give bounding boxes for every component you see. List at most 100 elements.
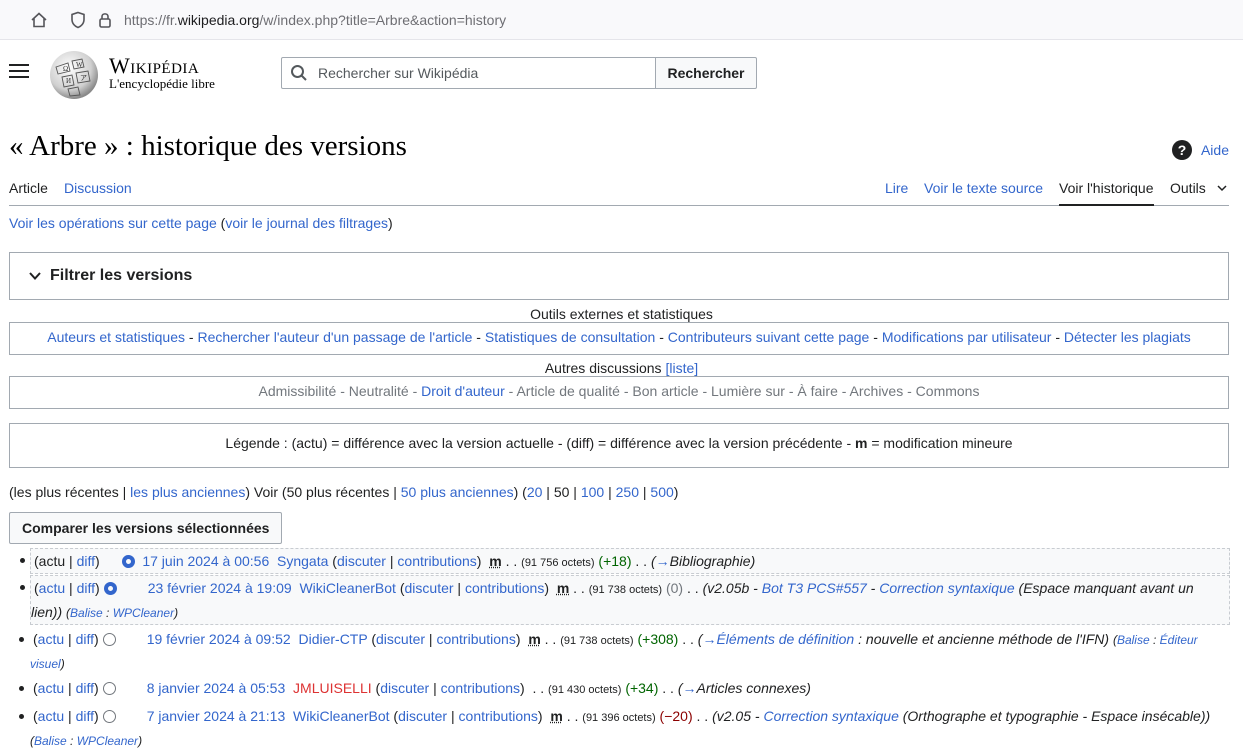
radio-old[interactable]	[102, 682, 116, 695]
diff-link[interactable]: diff	[76, 708, 94, 724]
tag-link[interactable]: WPCleaner	[77, 734, 138, 748]
discussion-link[interactable]: Droit d'auteur	[421, 383, 505, 399]
external-tool-link[interactable]: Rechercher l'auteur d'un passage de l'ar…	[197, 329, 472, 345]
radio-old[interactable]	[102, 710, 116, 723]
tab-discussion[interactable]: Discussion	[64, 180, 132, 204]
other-discussions-legend: Autres discussions [liste]	[0, 360, 1243, 376]
revision-date-link[interactable]: 17 juin 2024 à 00:56	[142, 553, 269, 569]
talk-link[interactable]: discuter	[380, 680, 429, 696]
contribs-link[interactable]: contributions	[459, 708, 538, 724]
actu-link[interactable]: actu	[38, 708, 64, 724]
user-link[interactable]: JMLUISELLI	[293, 680, 372, 696]
tags-link[interactable]: Balise	[70, 606, 103, 620]
compare-versions-button[interactable]: Comparer les versions sélectionnées	[9, 512, 283, 544]
search-input[interactable]	[281, 57, 656, 89]
syntax-link[interactable]: Correction syntaxique	[879, 580, 1014, 596]
external-tool-link[interactable]: Modifications par utilisateur	[882, 329, 1052, 345]
revision-date-link[interactable]: 7 janvier 2024 à 21:13	[147, 708, 286, 724]
diff-link[interactable]: diff	[77, 580, 95, 596]
limit-link[interactable]: 500	[650, 484, 673, 500]
list-link[interactable]: [liste]	[665, 360, 698, 376]
section-link[interactable]: →Éléments de définition	[702, 631, 854, 647]
tab-history[interactable]: Voir l'historique	[1059, 180, 1154, 206]
help-label[interactable]: Aide	[1201, 142, 1229, 158]
tab-read[interactable]: Lire	[885, 180, 908, 204]
radio-new[interactable]	[103, 582, 117, 595]
contribs-link[interactable]: contributions	[436, 631, 515, 647]
diff-link[interactable]: diff	[76, 680, 94, 696]
limit-link[interactable]: 20	[527, 484, 543, 500]
discussion-link: Lumière sur	[711, 383, 785, 399]
limit-link: 50	[553, 484, 570, 500]
svg-text:Ω: Ω	[63, 65, 68, 73]
actu-link[interactable]: actu	[38, 680, 64, 696]
external-tools-links: Auteurs et statistiques - Rechercher l'a…	[47, 329, 1191, 345]
external-tool-link[interactable]: Détecter les plagiats	[1064, 329, 1191, 345]
discussion-link: Article de qualité	[516, 383, 620, 399]
revision-date-link[interactable]: 8 janvier 2024 à 05:53	[147, 680, 286, 696]
older50-link[interactable]: 50 plus anciennes	[401, 484, 514, 500]
revision-date-link[interactable]: 19 février 2024 à 09:52	[147, 631, 291, 647]
user-link[interactable]: WikiCleanerBot	[299, 580, 395, 596]
minor-flag: m	[528, 631, 541, 647]
revision-date-link[interactable]: 23 février 2024 à 19:09	[148, 580, 292, 596]
main-menu-icon[interactable]	[9, 64, 29, 82]
history-row: (actu | diff) 7 janvier 2024 à 21:13 Wik…	[19, 705, 1230, 751]
diff-link[interactable]: diff	[77, 553, 95, 569]
svg-text:ア: ア	[80, 74, 87, 82]
shield-icon[interactable]	[70, 11, 86, 34]
home-icon[interactable]	[30, 11, 48, 34]
filter-revisions-panel[interactable]: Filtrer les versions	[9, 252, 1229, 300]
chevron-down-icon	[1216, 180, 1228, 196]
tags-link[interactable]: Balise	[34, 734, 67, 748]
section-link[interactable]: →	[683, 680, 697, 696]
contribs-link[interactable]: contributions	[465, 580, 544, 596]
bot-task-link[interactable]: Bot T3 PCS#557	[762, 580, 867, 596]
tag-link[interactable]: visuel	[30, 657, 61, 671]
help-icon: ?	[1171, 140, 1192, 160]
chevron-down-icon	[28, 269, 42, 287]
discussion-link: Bon article	[632, 383, 699, 399]
external-tool-link[interactable]: Statistiques de consultation	[485, 329, 655, 345]
radio-old[interactable]	[102, 633, 116, 646]
tab-article[interactable]: Article	[9, 180, 48, 204]
tags-link[interactable]: Balise	[1117, 633, 1150, 647]
diff-link[interactable]: diff	[76, 631, 94, 647]
limit-links: 20 | 50 | 100 | 250 | 500	[526, 484, 674, 500]
limit-link[interactable]: 100	[581, 484, 604, 500]
talk-link[interactable]: discuter	[376, 631, 425, 647]
actu-link[interactable]: actu	[39, 580, 65, 596]
actu-link[interactable]: actu	[38, 631, 64, 647]
talk-link[interactable]: discuter	[337, 553, 386, 569]
wikipedia-globe-logo[interactable]: Ω W И ア	[48, 49, 100, 101]
user-link[interactable]: Syngata	[277, 553, 328, 569]
history-pagination: (les plus récentes | les plus anciennes)…	[9, 484, 679, 500]
syntax-link[interactable]: Correction syntaxique	[763, 708, 898, 724]
contribs-link[interactable]: contributions	[441, 680, 520, 696]
minor-flag: m	[489, 553, 502, 569]
tab-view-source[interactable]: Voir le texte source	[924, 180, 1043, 204]
lock-icon[interactable]	[98, 11, 112, 34]
contribs-link[interactable]: contributions	[397, 553, 476, 569]
legend-text: Légende : (actu) = différence avec la ve…	[225, 435, 1013, 451]
view-operations-link[interactable]: Voir les opérations sur cette page	[9, 215, 217, 231]
radio-old[interactable]	[121, 555, 135, 568]
talk-link[interactable]: discuter	[398, 708, 447, 724]
minor-flag: m	[556, 580, 570, 596]
search-button[interactable]: Rechercher	[655, 57, 757, 89]
user-link[interactable]: Didier-CTP	[298, 631, 367, 647]
limit-link[interactable]: 250	[616, 484, 639, 500]
external-tool-link[interactable]: Contributeurs suivant cette page	[668, 329, 870, 345]
tag-link[interactable]: Éditeur	[1160, 633, 1198, 647]
filter-log-link[interactable]: voir le journal des filtrages	[225, 215, 388, 231]
external-tool-link[interactable]: Auteurs et statistiques	[47, 329, 185, 345]
help-link[interactable]: ? Aide	[1171, 140, 1229, 160]
talk-link[interactable]: discuter	[405, 580, 454, 596]
tools-menu[interactable]: Outils	[1170, 180, 1228, 204]
minor-flag: m	[550, 708, 563, 724]
url-field[interactable]: https://fr.wikipedia.org/w/index.php?tit…	[124, 12, 506, 28]
section-link[interactable]: →	[656, 553, 670, 569]
tag-link[interactable]: WPCleaner	[113, 606, 174, 620]
user-link[interactable]: WikiCleanerBot	[293, 708, 389, 724]
oldest-link[interactable]: les plus anciennes	[130, 484, 245, 500]
